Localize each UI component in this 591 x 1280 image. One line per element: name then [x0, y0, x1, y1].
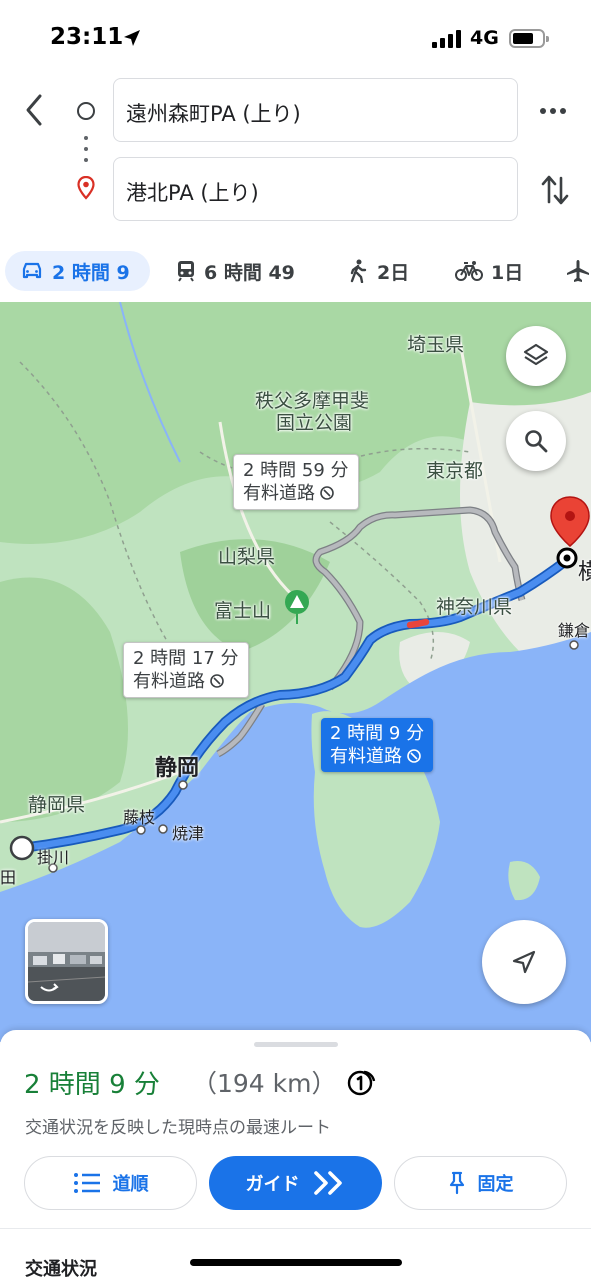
layers-icon — [523, 343, 549, 366]
double-chevron-icon — [313, 1171, 342, 1195]
steps-button[interactable]: 道順 — [24, 1156, 197, 1210]
transit-duration: 6 時間 49 — [204, 261, 295, 284]
steps-label: 道順 — [112, 1174, 149, 1195]
home-indicator[interactable] — [190, 1259, 402, 1266]
toll-road-icon — [347, 1070, 376, 1096]
sheet-divider — [0, 1228, 591, 1229]
callout-duration: 2 時間 17 分 — [133, 648, 239, 669]
walk-duration: 2日 — [377, 261, 410, 284]
pin-button[interactable]: 固定 — [394, 1156, 567, 1210]
battery-icon — [509, 29, 549, 48]
my-location-button[interactable] — [482, 920, 566, 1004]
callout-duration: 2 時間 59 分 — [243, 460, 349, 481]
route-connector-dots — [84, 134, 88, 164]
bike-icon — [455, 261, 483, 281]
destination-pin-icon — [77, 176, 95, 200]
guide-label: ガイド — [245, 1174, 300, 1195]
train-icon — [178, 261, 194, 282]
callout-toll: 有料道路 — [330, 746, 402, 767]
route-callout-alt-2[interactable]: 2 時間 17 分 有料道路 — [123, 642, 249, 698]
tab-flight[interactable] — [565, 251, 591, 291]
directions-header: 遠州森町PA (上り) 港北PA (上り) 2 時間 9 6 時間 49 2日 … — [0, 72, 591, 302]
traffic-heading: 交通状況 — [25, 1259, 97, 1280]
label-shizuoka-pref: 静岡県 — [28, 794, 86, 816]
route-callout-alt-1[interactable]: 2 時間 59 分 有料道路 — [233, 454, 359, 510]
route-callout-selected[interactable]: 2 時間 9 分 有料道路 — [321, 718, 434, 772]
walk-icon — [350, 259, 367, 283]
destination-input[interactable]: 港北PA (上り) — [113, 157, 518, 221]
origin-circle-icon — [77, 102, 95, 120]
label-saitama: 埼玉県 — [407, 334, 465, 356]
tab-transit[interactable]: 6 時間 49 — [176, 251, 295, 291]
flight-icon — [567, 260, 589, 282]
origin-input[interactable]: 遠州森町PA (上り) — [113, 78, 518, 142]
pin-label: 固定 — [477, 1174, 514, 1195]
sheet-drag-handle[interactable] — [254, 1042, 338, 1047]
toll-road-icon — [320, 486, 334, 500]
network-type: 4G — [470, 27, 499, 49]
swap-route-icon[interactable] — [540, 172, 570, 208]
label-fujieda: 藤枝 — [123, 808, 156, 827]
bike-duration: 1日 — [491, 261, 524, 284]
label-kamakura: 鎌倉 — [558, 621, 591, 640]
route-duration: 2 時間 9 分 — [24, 1070, 160, 1100]
rotate-360-icon — [40, 983, 59, 992]
status-time: 23:11 — [50, 24, 124, 50]
tab-drive[interactable]: 2 時間 9 — [5, 251, 150, 291]
search-icon — [525, 430, 548, 453]
route-distance: （194 km） — [192, 1069, 337, 1098]
label-tokyo: 東京都 — [426, 460, 484, 482]
label-yokohama: 横 — [578, 560, 591, 585]
more-options-icon[interactable] — [540, 102, 570, 122]
street-view-thumbnail[interactable] — [25, 919, 108, 1004]
signal-strength-icon — [432, 30, 462, 48]
back-arrow-icon[interactable] — [18, 90, 52, 130]
callout-toll: 有料道路 — [133, 671, 205, 692]
tab-bike[interactable]: 1日 — [455, 251, 523, 291]
location-arrow-icon — [124, 30, 140, 46]
label-yaizu: 焼津 — [172, 824, 205, 843]
destination-text: 港北PA (上り) — [126, 181, 259, 205]
tab-walk[interactable]: 2日 — [347, 251, 409, 291]
map-view[interactable]: 埼玉県 秩父多摩甲斐 国立公園 東京都 山梨県 富士山 神奈川県 静岡県 静岡 … — [0, 302, 591, 1042]
route-description: 交通状況を反映した現時点の最速ルート — [25, 1118, 331, 1138]
label-iwata-partial: 田 — [0, 868, 17, 887]
label-kakegawa: 掛川 — [37, 848, 70, 867]
travel-mode-tabs: 2 時間 9 6 時間 49 2日 1日 — [0, 246, 591, 296]
route-summary-sheet: 2 時間 9 分 （194 km） 交通状況を反映した現時点の最速ルート 道順 … — [0, 1030, 591, 1280]
search-along-route-button[interactable] — [506, 411, 566, 471]
label-park-suffix: 国立公園 — [276, 412, 353, 434]
start-guide-button[interactable]: ガイド — [209, 1156, 382, 1210]
list-icon — [73, 1173, 100, 1193]
navigation-arrow-icon — [512, 950, 536, 974]
layers-button[interactable] — [506, 326, 566, 386]
pin-icon — [449, 1171, 464, 1195]
callout-duration: 2 時間 9 分 — [330, 723, 425, 744]
label-shizuoka-city: 静岡 — [155, 756, 200, 781]
label-yamanashi: 山梨県 — [218, 546, 276, 568]
callout-toll: 有料道路 — [243, 483, 315, 504]
toll-road-icon — [407, 749, 421, 763]
drive-duration: 2 時間 9 — [52, 261, 130, 284]
label-fujisan: 富士山 — [214, 600, 272, 622]
toll-road-icon — [210, 674, 224, 688]
car-icon — [22, 262, 42, 279]
label-kanagawa: 神奈川県 — [436, 596, 513, 618]
status-bar: 23:11 4G — [0, 0, 591, 72]
origin-text: 遠州森町PA (上り) — [126, 102, 301, 126]
